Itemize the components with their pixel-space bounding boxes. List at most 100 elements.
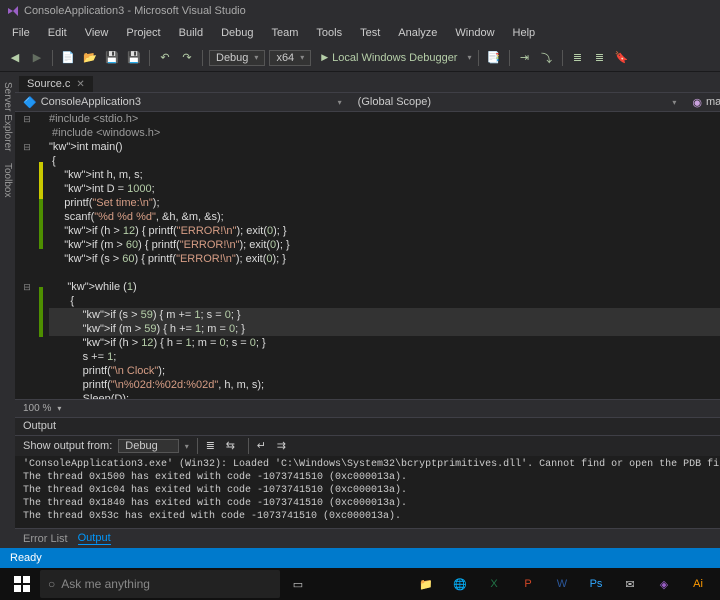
menu-build[interactable]: Build bbox=[171, 25, 211, 41]
fold-marker[interactable] bbox=[15, 168, 39, 182]
start-button[interactable] bbox=[6, 570, 38, 598]
code-line[interactable]: "kw">if (m > 60) { printf("ERROR!\n"); e… bbox=[49, 238, 720, 252]
code-line[interactable]: s += 1; bbox=[49, 350, 720, 364]
fold-marker[interactable] bbox=[15, 238, 39, 252]
code-line[interactable]: "kw">if (m > 59) { h += 1; m = 0; } bbox=[49, 322, 720, 336]
fold-marker[interactable] bbox=[15, 378, 39, 392]
code-editor[interactable]: ⊟ ⊟ ⊟ #include <stdio.h> #include <windo… bbox=[15, 112, 720, 399]
code-line[interactable]: { bbox=[49, 154, 720, 168]
fold-marker[interactable] bbox=[15, 294, 39, 308]
code-line[interactable]: Sleep(D); bbox=[49, 392, 720, 399]
code-line[interactable]: "kw">while (1) bbox=[49, 280, 720, 294]
code-line[interactable]: printf("\n%02d:%02d:%02d", h, m, s); bbox=[49, 378, 720, 392]
tab-errorlist[interactable]: Error List bbox=[23, 533, 68, 545]
fold-marker[interactable] bbox=[15, 196, 39, 210]
code-line[interactable]: "kw">if (s > 60) { printf("ERROR!\n"); e… bbox=[49, 252, 720, 266]
chrome-icon[interactable]: 🌐 bbox=[444, 570, 476, 598]
code-line[interactable]: "kw">int h, m, s; bbox=[49, 168, 720, 182]
menu-analyze[interactable]: Analyze bbox=[390, 25, 445, 41]
fold-marker[interactable] bbox=[15, 252, 39, 266]
fold-marker[interactable] bbox=[15, 154, 39, 168]
menu-help[interactable]: Help bbox=[505, 25, 544, 41]
tab-icon[interactable]: ⤵ bbox=[538, 49, 556, 67]
word-icon[interactable]: W bbox=[546, 570, 578, 598]
fold-marker[interactable]: ⊟ bbox=[15, 140, 39, 154]
platform-select[interactable]: x64 bbox=[269, 50, 311, 66]
chevron-down-icon[interactable]: ▾ bbox=[467, 53, 471, 62]
bookmark-icon[interactable]: 🔖 bbox=[613, 49, 631, 67]
excel-icon[interactable]: X bbox=[478, 570, 510, 598]
fold-marker[interactable] bbox=[15, 350, 39, 364]
fold-marker[interactable] bbox=[15, 224, 39, 238]
undo-icon[interactable]: ↶ bbox=[156, 49, 174, 67]
open-icon[interactable]: 📂 bbox=[81, 49, 99, 67]
output-source-select[interactable]: Debug bbox=[118, 439, 178, 453]
powerpoint-icon[interactable]: P bbox=[512, 570, 544, 598]
redo-icon[interactable]: ↷ bbox=[178, 49, 196, 67]
menu-test[interactable]: Test bbox=[352, 25, 388, 41]
menu-edit[interactable]: Edit bbox=[40, 25, 75, 41]
menu-file[interactable]: File bbox=[4, 25, 38, 41]
vs-taskbar-icon[interactable]: ◈ bbox=[648, 570, 680, 598]
chevron-down-icon[interactable]: ▾ bbox=[57, 404, 61, 413]
code-line[interactable]: #include <stdio.h> bbox=[49, 112, 720, 126]
nav-project[interactable]: 🔷 ConsoleApplication3 ▾ bbox=[15, 94, 350, 111]
fold-marker[interactable] bbox=[15, 364, 39, 378]
code-line[interactable]: #include <windows.h> bbox=[49, 126, 720, 140]
code-line[interactable]: "kw">int main() bbox=[49, 140, 720, 154]
code-line[interactable]: "kw">if (s > 59) { m += 1; s = 0; } bbox=[49, 308, 720, 322]
server-explorer-tab[interactable]: Server Explorer bbox=[0, 76, 15, 157]
photoshop-icon[interactable]: Ps bbox=[580, 570, 612, 598]
fold-marker[interactable] bbox=[15, 266, 39, 280]
new-icon[interactable]: 📄 bbox=[59, 49, 77, 67]
explorer-icon[interactable]: 📁 bbox=[410, 570, 442, 598]
nav-back-icon[interactable]: ◀ bbox=[6, 49, 24, 67]
nav-func[interactable]: ◉ main() bbox=[684, 94, 720, 111]
fold-marker[interactable] bbox=[15, 182, 39, 196]
cortana-search[interactable]: ○ Ask me anything bbox=[40, 570, 280, 598]
menu-view[interactable]: View bbox=[77, 25, 117, 41]
misc-icon1[interactable]: 📑 bbox=[485, 49, 503, 67]
illustrator-icon[interactable]: Ai bbox=[682, 570, 714, 598]
code-line[interactable] bbox=[49, 266, 720, 280]
fold-marker[interactable] bbox=[15, 392, 39, 399]
mail-icon[interactable]: ✉ bbox=[614, 570, 646, 598]
fold-marker[interactable] bbox=[15, 126, 39, 140]
code-line[interactable]: "kw">int D = 1000; bbox=[49, 182, 720, 196]
wrap2-icon[interactable]: ⇉ bbox=[277, 439, 291, 453]
comment-icon[interactable]: ≣ bbox=[569, 49, 587, 67]
menu-debug[interactable]: Debug bbox=[213, 25, 261, 41]
fold-marker[interactable]: ⊟ bbox=[15, 280, 39, 294]
code-line[interactable]: "kw">if (h > 12) { h = 1; m = 0; s = 0; … bbox=[49, 336, 720, 350]
fold-marker[interactable] bbox=[15, 322, 39, 336]
save-icon[interactable]: 💾 bbox=[103, 49, 121, 67]
fold-marker[interactable] bbox=[15, 308, 39, 322]
output-text[interactable]: 'ConsoleApplication3.exe' (Win32): Loade… bbox=[15, 456, 720, 528]
uncomment-icon[interactable]: ≣ bbox=[591, 49, 609, 67]
tab-output[interactable]: Output bbox=[78, 532, 111, 545]
menu-project[interactable]: Project bbox=[118, 25, 168, 41]
menu-team[interactable]: Team bbox=[264, 25, 307, 41]
start-debug-button[interactable]: Local Windows Debugger bbox=[315, 50, 463, 66]
toolbox-tab[interactable]: Toolbox bbox=[0, 157, 15, 203]
menu-tools[interactable]: Tools bbox=[308, 25, 350, 41]
config-select[interactable]: Debug bbox=[209, 50, 265, 66]
fold-marker[interactable]: ⊟ bbox=[15, 112, 39, 126]
code-line[interactable]: "kw">if (h > 12) { printf("ERROR!\n"); e… bbox=[49, 224, 720, 238]
fold-marker[interactable] bbox=[15, 336, 39, 350]
toggle-icon[interactable]: ⇆ bbox=[226, 439, 240, 453]
nav-scope[interactable]: (Global Scope) ▾ bbox=[350, 94, 685, 110]
save-all-icon[interactable]: 💾 bbox=[125, 49, 143, 67]
filetab-source[interactable]: Source.c ✕ bbox=[19, 76, 93, 92]
taskview-icon[interactable]: ▭ bbox=[282, 570, 314, 598]
close-icon[interactable]: ✕ bbox=[76, 79, 84, 90]
menu-window[interactable]: Window bbox=[447, 25, 502, 41]
nav-fwd-icon[interactable]: ▶ bbox=[28, 49, 46, 67]
word-wrap-icon[interactable]: ↵ bbox=[257, 439, 271, 453]
zoom-level[interactable]: 100 % bbox=[23, 403, 51, 414]
clear-icon[interactable]: ≣ bbox=[206, 439, 220, 453]
code-line[interactable]: printf("Set time:\n"); bbox=[49, 196, 720, 210]
code-line[interactable]: { bbox=[49, 294, 720, 308]
fold-marker[interactable] bbox=[15, 210, 39, 224]
code-line[interactable]: printf("\n Clock"); bbox=[49, 364, 720, 378]
